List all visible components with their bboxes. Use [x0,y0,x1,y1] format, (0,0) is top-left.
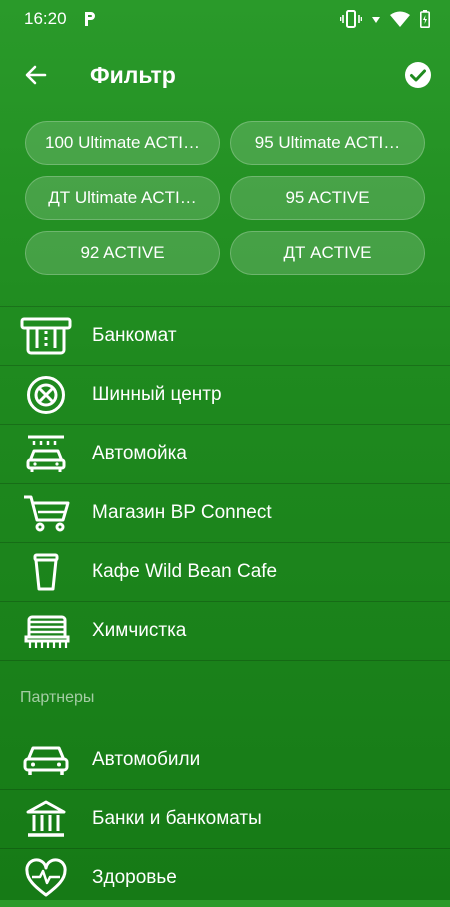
chip-label: 95 Ultimate ACTI… [254,133,401,152]
filter-list: Банкомат Шинный центр Автомойка Магазин … [0,306,450,907]
chip-label: 92 ACTIVE [80,243,165,262]
vibrate-icon [340,10,362,28]
list-item-label: Шинный центр [92,384,222,405]
fuel-chip-dt-active[interactable]: ДТ ACTIVE [230,231,425,275]
app-bar: Фильтр [0,38,450,112]
chip-label: ДТ ACTIVE [283,243,372,262]
section-header-partners: Партнеры [0,660,450,730]
list-item-label: Банкомат [92,325,177,346]
list-item-cars[interactable]: Автомобили [0,730,450,789]
list-item-label: Кафе Wild Bean Cafe [92,561,278,582]
list-item-wild-bean-cafe[interactable]: Кафе Wild Bean Cafe [0,542,450,601]
shopping-cart-icon [18,493,74,533]
list-item-label: Магазин BP Connect [92,502,272,523]
arrow-left-icon [24,63,48,87]
battery-icon [420,10,430,28]
dry-cleaning-icon [18,611,74,651]
page-title: Фильтр [90,61,176,88]
chip-label: 100 Ultimate ACTI… [45,133,200,152]
list-item-tire-center[interactable]: Шинный центр [0,365,450,424]
fuel-chip-95-ultimate[interactable]: 95 Ultimate ACTI… [230,121,425,165]
list-item-label: Автомойка [92,443,187,464]
list-item-banks[interactable]: Банки и банкоматы [0,789,450,848]
atm-icon [18,317,74,355]
list-item-label: Химчистка [92,620,187,641]
list-item-label: Банки и банкоматы [92,808,262,829]
list-item-health[interactable]: Здоровье [0,848,450,907]
back-button[interactable] [20,59,52,91]
apply-filter-button[interactable] [404,61,432,89]
chip-label: ДТ Ultimate ACTI… [48,188,197,207]
bank-icon [18,799,74,839]
chip-label: 95 ACTIVE [285,188,370,207]
car-wash-icon [18,434,74,474]
data-arrows-icon [372,14,380,24]
fuel-chip-dt-ultimate[interactable]: ДТ Ultimate ACTI… [25,176,220,220]
wifi-icon [390,11,410,27]
list-item-dry-cleaning[interactable]: Химчистка [0,601,450,660]
list-item-bp-connect-shop[interactable]: Магазин BP Connect [0,483,450,542]
list-item-atm[interactable]: Банкомат [0,306,450,365]
tire-icon [18,375,74,415]
fuel-chip-92-active[interactable]: 92 ACTIVE [25,231,220,275]
status-bar: 16:20 [0,0,450,38]
status-time: 16:20 [24,9,67,28]
list-item-label: Здоровье [92,867,177,888]
fuel-chip-100-ultimate[interactable]: 100 Ultimate ACTI… [25,121,220,165]
list-item-label: Автомобили [92,748,201,770]
coffee-cup-icon [18,552,74,592]
check-circle-icon [404,61,432,89]
car-icon [18,740,74,780]
list-item-car-wash[interactable]: Автомойка [0,424,450,483]
parking-p-icon [83,11,97,27]
heart-pulse-icon [18,858,74,898]
fuel-chip-group: 100 Ultimate ACTI… 95 Ultimate ACTI… ДТ … [25,121,425,275]
fuel-chip-95-active[interactable]: 95 ACTIVE [230,176,425,220]
